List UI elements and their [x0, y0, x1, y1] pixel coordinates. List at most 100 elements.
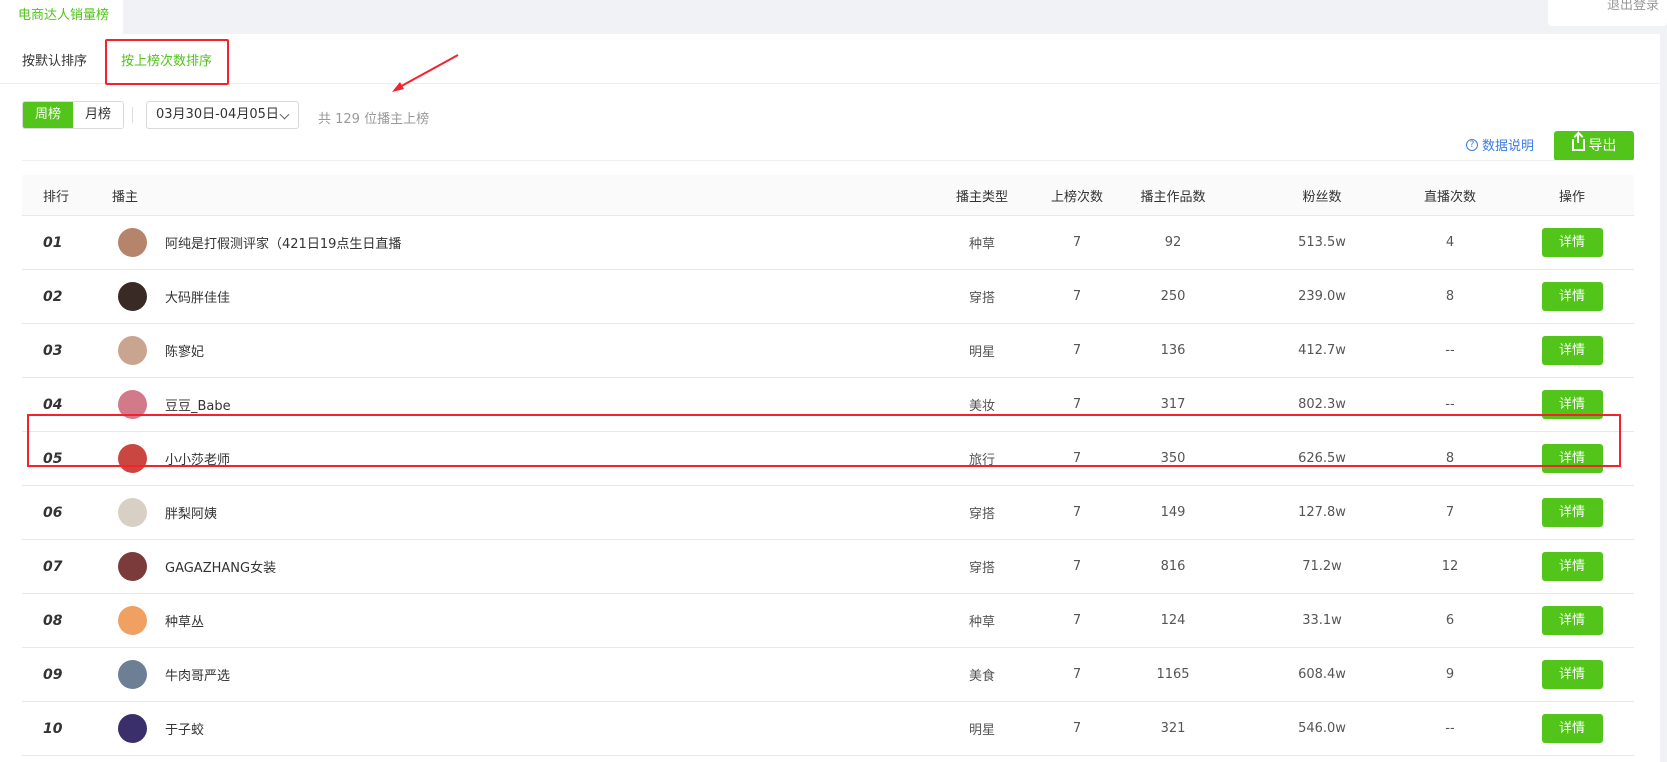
- live-count: 4: [1445, 235, 1455, 250]
- avatar: [118, 498, 147, 527]
- export-button[interactable]: 导出: [1554, 131, 1634, 161]
- host-name: 阿纯是打假测评家（421日19点生日直播: [165, 237, 402, 252]
- detail-button[interactable]: 详情: [1541, 498, 1603, 527]
- fans-count: 608.4w: [1298, 667, 1346, 682]
- live-count: 9: [1445, 667, 1455, 682]
- table-row: 08 种草丛 种草 7 124 33.1w 6 详情: [22, 594, 1634, 648]
- avatar: [118, 714, 147, 743]
- fans-count: 546.0w: [1298, 721, 1346, 736]
- host-name: 豆豆_Babe: [165, 399, 231, 414]
- ranking-times: 7: [1072, 721, 1082, 736]
- data-explanation-label: 数据说明: [1482, 139, 1535, 154]
- detail-button[interactable]: 详情: [1541, 228, 1603, 257]
- avatar: [118, 336, 147, 365]
- month-ranking-button[interactable]: 月榜: [73, 102, 124, 128]
- works-count: 124: [1160, 613, 1186, 628]
- ranking-times: 7: [1072, 559, 1082, 574]
- table-row: 07 GAGAZHANG女装 穿搭 7 816 71.2w 12 详情: [22, 540, 1634, 594]
- host-name: 胖梨阿姨: [165, 507, 218, 522]
- ranking-times: 7: [1072, 235, 1082, 250]
- table-row: 01 阿纯是打假测评家（421日19点生日直播 种草 7 92 513.5w 4 详情: [22, 216, 1634, 270]
- live-count: 6: [1445, 613, 1455, 628]
- fans-count: 513.5w: [1298, 235, 1346, 250]
- highlight-box-row: [27, 414, 1621, 467]
- live-count: --: [1445, 721, 1455, 736]
- column-header-rank: 排行: [43, 189, 70, 205]
- avatar: [118, 282, 147, 311]
- column-header-live: 直播次数: [1423, 189, 1476, 205]
- upload-icon: [1571, 133, 1585, 151]
- avatar: [118, 606, 147, 635]
- data-explanation-link[interactable]: ? 数据说明: [1466, 135, 1534, 154]
- rank-number: 04: [43, 396, 63, 413]
- live-count: 7: [1445, 505, 1455, 520]
- host-type: 种草: [968, 615, 995, 630]
- chevron-down-icon: [279, 109, 290, 120]
- ranking-times: 7: [1072, 667, 1082, 682]
- column-header-type: 播主类型: [955, 189, 1008, 205]
- rank-number: 10: [43, 720, 63, 737]
- rank-number: 07: [43, 558, 63, 575]
- question-circle-icon: ?: [1466, 138, 1478, 151]
- sort-bar: 按默认排序 按上榜次数排序: [0, 34, 1660, 85]
- host-type: 穿搭: [968, 291, 995, 306]
- main-panel: 按默认排序 按上榜次数排序 周榜 月榜 03月30日-04月05日 共 129 …: [0, 34, 1660, 762]
- table-row: 10 于子蛟 明星 7 321 546.0w -- 详情: [22, 702, 1634, 756]
- detail-button[interactable]: 详情: [1541, 714, 1603, 743]
- detail-button[interactable]: 详情: [1541, 336, 1603, 365]
- host-type: 美食: [968, 669, 995, 684]
- highlight-box-sort-tab: [105, 39, 229, 85]
- host-type: 明星: [968, 345, 995, 360]
- fans-count: 239.0w: [1298, 289, 1346, 304]
- column-header-times: 上榜次数: [1050, 189, 1103, 205]
- detail-button[interactable]: 详情: [1541, 606, 1603, 635]
- live-count: 8: [1445, 289, 1455, 304]
- column-header-works: 播主作品数: [1140, 189, 1206, 205]
- works-count: 321: [1160, 721, 1186, 736]
- avatar: [118, 228, 147, 257]
- divider: [22, 160, 1634, 161]
- rank-number: 01: [43, 234, 63, 251]
- table-row: 02 大码胖佳佳 穿搭 7 250 239.0w 8 详情: [22, 270, 1634, 324]
- detail-button[interactable]: 详情: [1541, 552, 1603, 581]
- ranking-times: 7: [1072, 505, 1082, 520]
- host-name: GAGAZHANG女装: [165, 561, 277, 576]
- total-count-text: 共 129 位播主上榜: [318, 112, 430, 127]
- sort-default-tab[interactable]: 按默认排序: [22, 50, 87, 69]
- week-ranking-button[interactable]: 周榜: [23, 102, 74, 128]
- live-count: --: [1445, 343, 1455, 358]
- works-count: 1165: [1156, 667, 1190, 682]
- fans-count: 127.8w: [1298, 505, 1346, 520]
- rank-number: 09: [43, 666, 63, 683]
- logout-button[interactable]: 退出登录: [1548, 0, 1667, 26]
- host-name: 大码胖佳佳: [165, 291, 231, 306]
- detail-button[interactable]: 详情: [1541, 282, 1603, 311]
- fans-count: 71.2w: [1302, 559, 1342, 574]
- rank-number: 02: [43, 288, 63, 305]
- live-count: 12: [1441, 559, 1459, 574]
- detail-button[interactable]: 详情: [1541, 660, 1603, 689]
- table-row: 09 牛肉哥严选 美食 7 1165 608.4w 9 详情: [22, 648, 1634, 702]
- host-type: 穿搭: [968, 561, 995, 576]
- ranking-times: 7: [1072, 613, 1082, 628]
- column-header-action: 操作: [1558, 189, 1585, 205]
- export-label: 导出: [1588, 138, 1617, 154]
- host-type: 种草: [968, 237, 995, 252]
- avatar: [118, 660, 147, 689]
- fans-count: 412.7w: [1298, 343, 1346, 358]
- host-name: 于子蛟: [165, 723, 205, 738]
- table-body: 01 阿纯是打假测评家（421日19点生日直播 种草 7 92 513.5w 4 详情 02 大码…: [22, 216, 1634, 756]
- ranking-times: 7: [1072, 289, 1082, 304]
- fans-count: 33.1w: [1302, 613, 1342, 628]
- tab-sales-ranking[interactable]: 电商达人销量榜: [0, 0, 123, 34]
- ranking-times: 7: [1072, 343, 1082, 358]
- column-header-fans: 粉丝数: [1302, 189, 1342, 205]
- divider: [132, 107, 133, 123]
- works-count: 250: [1160, 289, 1186, 304]
- date-range-select[interactable]: 03月30日-04月05日: [146, 101, 299, 129]
- table-row: 03 陈寥妃 明星 7 136 412.7w -- 详情: [22, 324, 1634, 378]
- table-header: 排行 播主 播主类型 上榜次数 播主作品数 粉丝数 直播次数 操作: [22, 175, 1634, 216]
- avatar: [118, 552, 147, 581]
- works-count: 92: [1164, 235, 1182, 250]
- works-count: 136: [1160, 343, 1186, 358]
